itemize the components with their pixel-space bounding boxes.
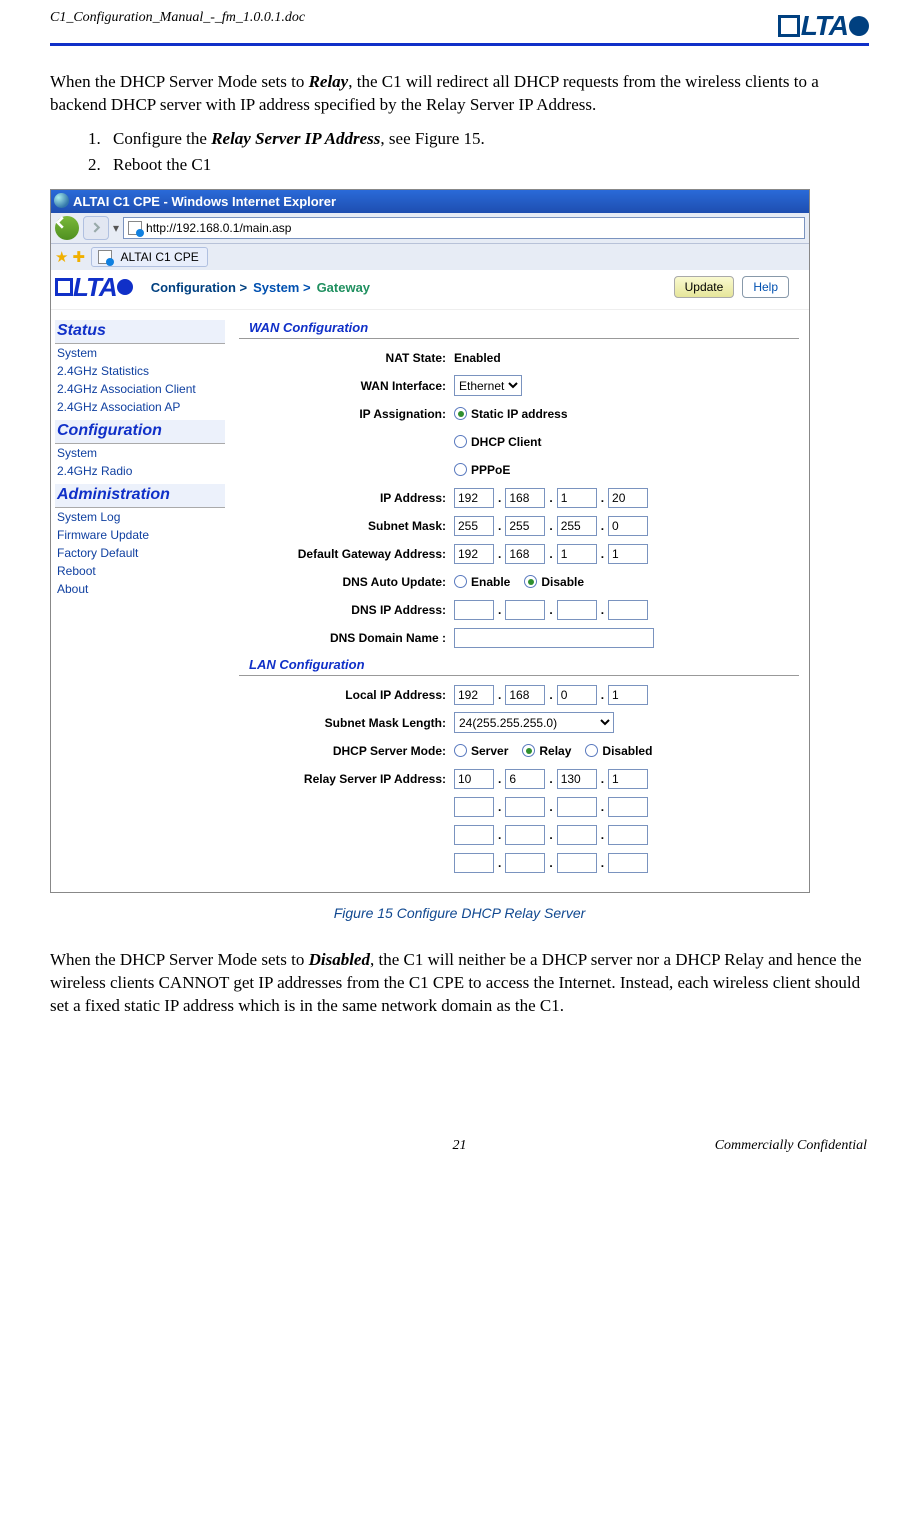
dns-ip-label: DNS IP Address: xyxy=(239,603,454,617)
logo-square-icon xyxy=(55,278,73,296)
sidebar-head-config: Configuration xyxy=(55,420,225,444)
sidebar-item-reboot[interactable]: Reboot xyxy=(55,562,225,580)
nat-state-value: Enabled xyxy=(454,351,501,365)
default-gateway-label: Default Gateway Address: xyxy=(239,547,454,561)
dns-auto-update-label: DNS Auto Update: xyxy=(239,575,454,589)
breadcrumb: Configuration > System > Gateway xyxy=(151,280,370,295)
radio-dhcp-relay[interactable]: Relay xyxy=(522,744,571,758)
paragraph-relay-intro: When the DHCP Server Mode sets to Relay,… xyxy=(50,71,869,117)
logo-square-icon xyxy=(778,15,800,37)
logo-dot-icon xyxy=(117,279,133,295)
radio-dns-disable[interactable]: Disable xyxy=(524,575,584,589)
dns-domain-label: DNS Domain Name : xyxy=(239,631,454,645)
wan-interface-select[interactable]: Ethernet xyxy=(454,375,522,396)
breadcrumb-system[interactable]: System > xyxy=(253,280,310,295)
section-lan-config: LAN Configuration xyxy=(239,653,799,676)
ip-address-label: IP Address: xyxy=(239,491,454,505)
page-header: C1_Configuration_Manual_-_fm_1.0.0.1.doc… xyxy=(50,10,869,46)
page-icon xyxy=(128,221,142,235)
address-bar[interactable]: http://192.168.0.1/main.asp xyxy=(123,217,805,239)
sidebar-head-status: Status xyxy=(55,320,225,344)
sidebar-item-about[interactable]: About xyxy=(55,580,225,598)
url-text: http://192.168.0.1/main.asp xyxy=(146,221,291,235)
footer-confidential: Commercially Confidential xyxy=(667,1138,867,1154)
relay-server-ip-4: . . . xyxy=(454,853,648,873)
back-button[interactable] xyxy=(55,216,79,240)
favorites-icon[interactable]: ★ xyxy=(55,248,68,266)
header-doc-filename: C1_Configuration_Manual_-_fm_1.0.0.1.doc xyxy=(50,10,305,26)
wan-interface-label: WAN Interface: xyxy=(239,379,454,393)
arrow-right-icon xyxy=(91,222,102,233)
dns-domain-input[interactable] xyxy=(454,628,654,648)
help-button[interactable]: Help xyxy=(742,276,789,298)
figure-caption: Figure 15 Configure DHCP Relay Server xyxy=(50,905,869,921)
page-footer: 21 Commercially Confidential xyxy=(50,1138,869,1154)
radio-dhcp-client[interactable]: DHCP Client xyxy=(454,435,541,449)
radio-dhcp-disabled[interactable]: Disabled xyxy=(585,744,652,758)
step-1: Configure the Relay Server IP Address, s… xyxy=(105,129,869,149)
breadcrumb-config[interactable]: Configuration > xyxy=(151,280,247,295)
radio-dns-enable[interactable]: Enable xyxy=(454,575,510,589)
local-ip-input: . . . xyxy=(454,685,648,705)
arrow-left-icon xyxy=(55,216,68,229)
main-panel: WAN Configuration NAT State: Enabled WAN… xyxy=(231,310,809,892)
sidebar-item-firmware[interactable]: Firmware Update xyxy=(55,526,225,544)
ip-oct-2[interactable] xyxy=(505,488,545,508)
add-favorite-icon[interactable]: ✚ xyxy=(72,248,87,266)
ip-address-input: . . . xyxy=(454,488,648,508)
default-gateway-input: . . . xyxy=(454,544,648,564)
sidebar-item-24ghz-assoc-ap[interactable]: 2.4GHz Association AP xyxy=(55,398,225,416)
ip-assignation-label: IP Assignation: xyxy=(239,407,454,421)
router-logo: LTA xyxy=(55,272,133,303)
paragraph-disabled: When the DHCP Server Mode sets to Disabl… xyxy=(50,949,869,1018)
browser-tab[interactable]: ALTAI C1 CPE xyxy=(91,247,207,267)
subnet-mask-label: Subnet Mask: xyxy=(239,519,454,533)
sidebar-item-config-system[interactable]: System xyxy=(55,444,225,462)
router-header: LTA Configuration > System > Gateway Upd… xyxy=(51,270,809,310)
breadcrumb-gateway[interactable]: Gateway xyxy=(317,280,370,295)
ip-oct-1[interactable] xyxy=(454,488,494,508)
relay-server-ip-3: . . . xyxy=(454,825,648,845)
sidebar-item-system[interactable]: System xyxy=(55,344,225,362)
sidebar-head-admin: Administration xyxy=(55,484,225,508)
nat-state-label: NAT State: xyxy=(239,351,454,365)
top-buttons: Update Help xyxy=(674,276,801,298)
tab-label: ALTAI C1 CPE xyxy=(120,250,198,264)
steps-list: Configure the Relay Server IP Address, s… xyxy=(85,129,869,175)
forward-button[interactable] xyxy=(83,216,109,240)
altai-logo: LTA xyxy=(778,10,869,42)
ie-tab-row: ★ ✚ ALTAI C1 CPE xyxy=(51,244,809,270)
sidebar-item-config-radio[interactable]: 2.4GHz Radio xyxy=(55,462,225,480)
relay-server-ip-2: . . . xyxy=(454,797,648,817)
dhcp-server-mode-label: DHCP Server Mode: xyxy=(239,744,454,758)
section-wan-config: WAN Configuration xyxy=(239,316,799,339)
sidebar: Status System 2.4GHz Statistics 2.4GHz A… xyxy=(51,310,231,892)
local-ip-label: Local IP Address: xyxy=(239,688,454,702)
tab-page-icon xyxy=(98,250,112,264)
relay-server-ip-label: Relay Server IP Address: xyxy=(239,772,454,786)
router-ui: LTA Configuration > System > Gateway Upd… xyxy=(51,270,809,892)
radio-pppoe[interactable]: PPPoE xyxy=(454,463,510,477)
ip-oct-4[interactable] xyxy=(608,488,648,508)
figure-15-screenshot: ALTAI C1 CPE - Windows Internet Explorer… xyxy=(50,189,810,893)
relay-server-ip-1: . . . xyxy=(454,769,648,789)
logo-dot-icon xyxy=(849,16,869,36)
sidebar-item-factory-default[interactable]: Factory Default xyxy=(55,544,225,562)
ie-navbar: ▾ http://192.168.0.1/main.asp xyxy=(51,213,809,244)
page-number: 21 xyxy=(252,1138,667,1154)
sidebar-item-24ghz-stats[interactable]: 2.4GHz Statistics xyxy=(55,362,225,380)
step-2: Reboot the C1 xyxy=(105,155,869,175)
update-button[interactable]: Update xyxy=(674,276,735,298)
subnet-mask-length-select[interactable]: 24(255.255.255.0) xyxy=(454,712,614,733)
nav-dropdown-icon[interactable]: ▾ xyxy=(113,221,119,235)
dns-ip-input: . . . xyxy=(454,600,648,620)
subnet-mask-input: . . . xyxy=(454,516,648,536)
sidebar-item-24ghz-assoc-client[interactable]: 2.4GHz Association Client xyxy=(55,380,225,398)
radio-dhcp-server[interactable]: Server xyxy=(454,744,508,758)
radio-static-ip[interactable]: Static IP address xyxy=(454,407,568,421)
ip-oct-3[interactable] xyxy=(557,488,597,508)
sidebar-item-syslog[interactable]: System Log xyxy=(55,508,225,526)
subnet-mask-length-label: Subnet Mask Length: xyxy=(239,716,454,730)
ie-window-title: ALTAI C1 CPE - Windows Internet Explorer xyxy=(51,190,809,213)
